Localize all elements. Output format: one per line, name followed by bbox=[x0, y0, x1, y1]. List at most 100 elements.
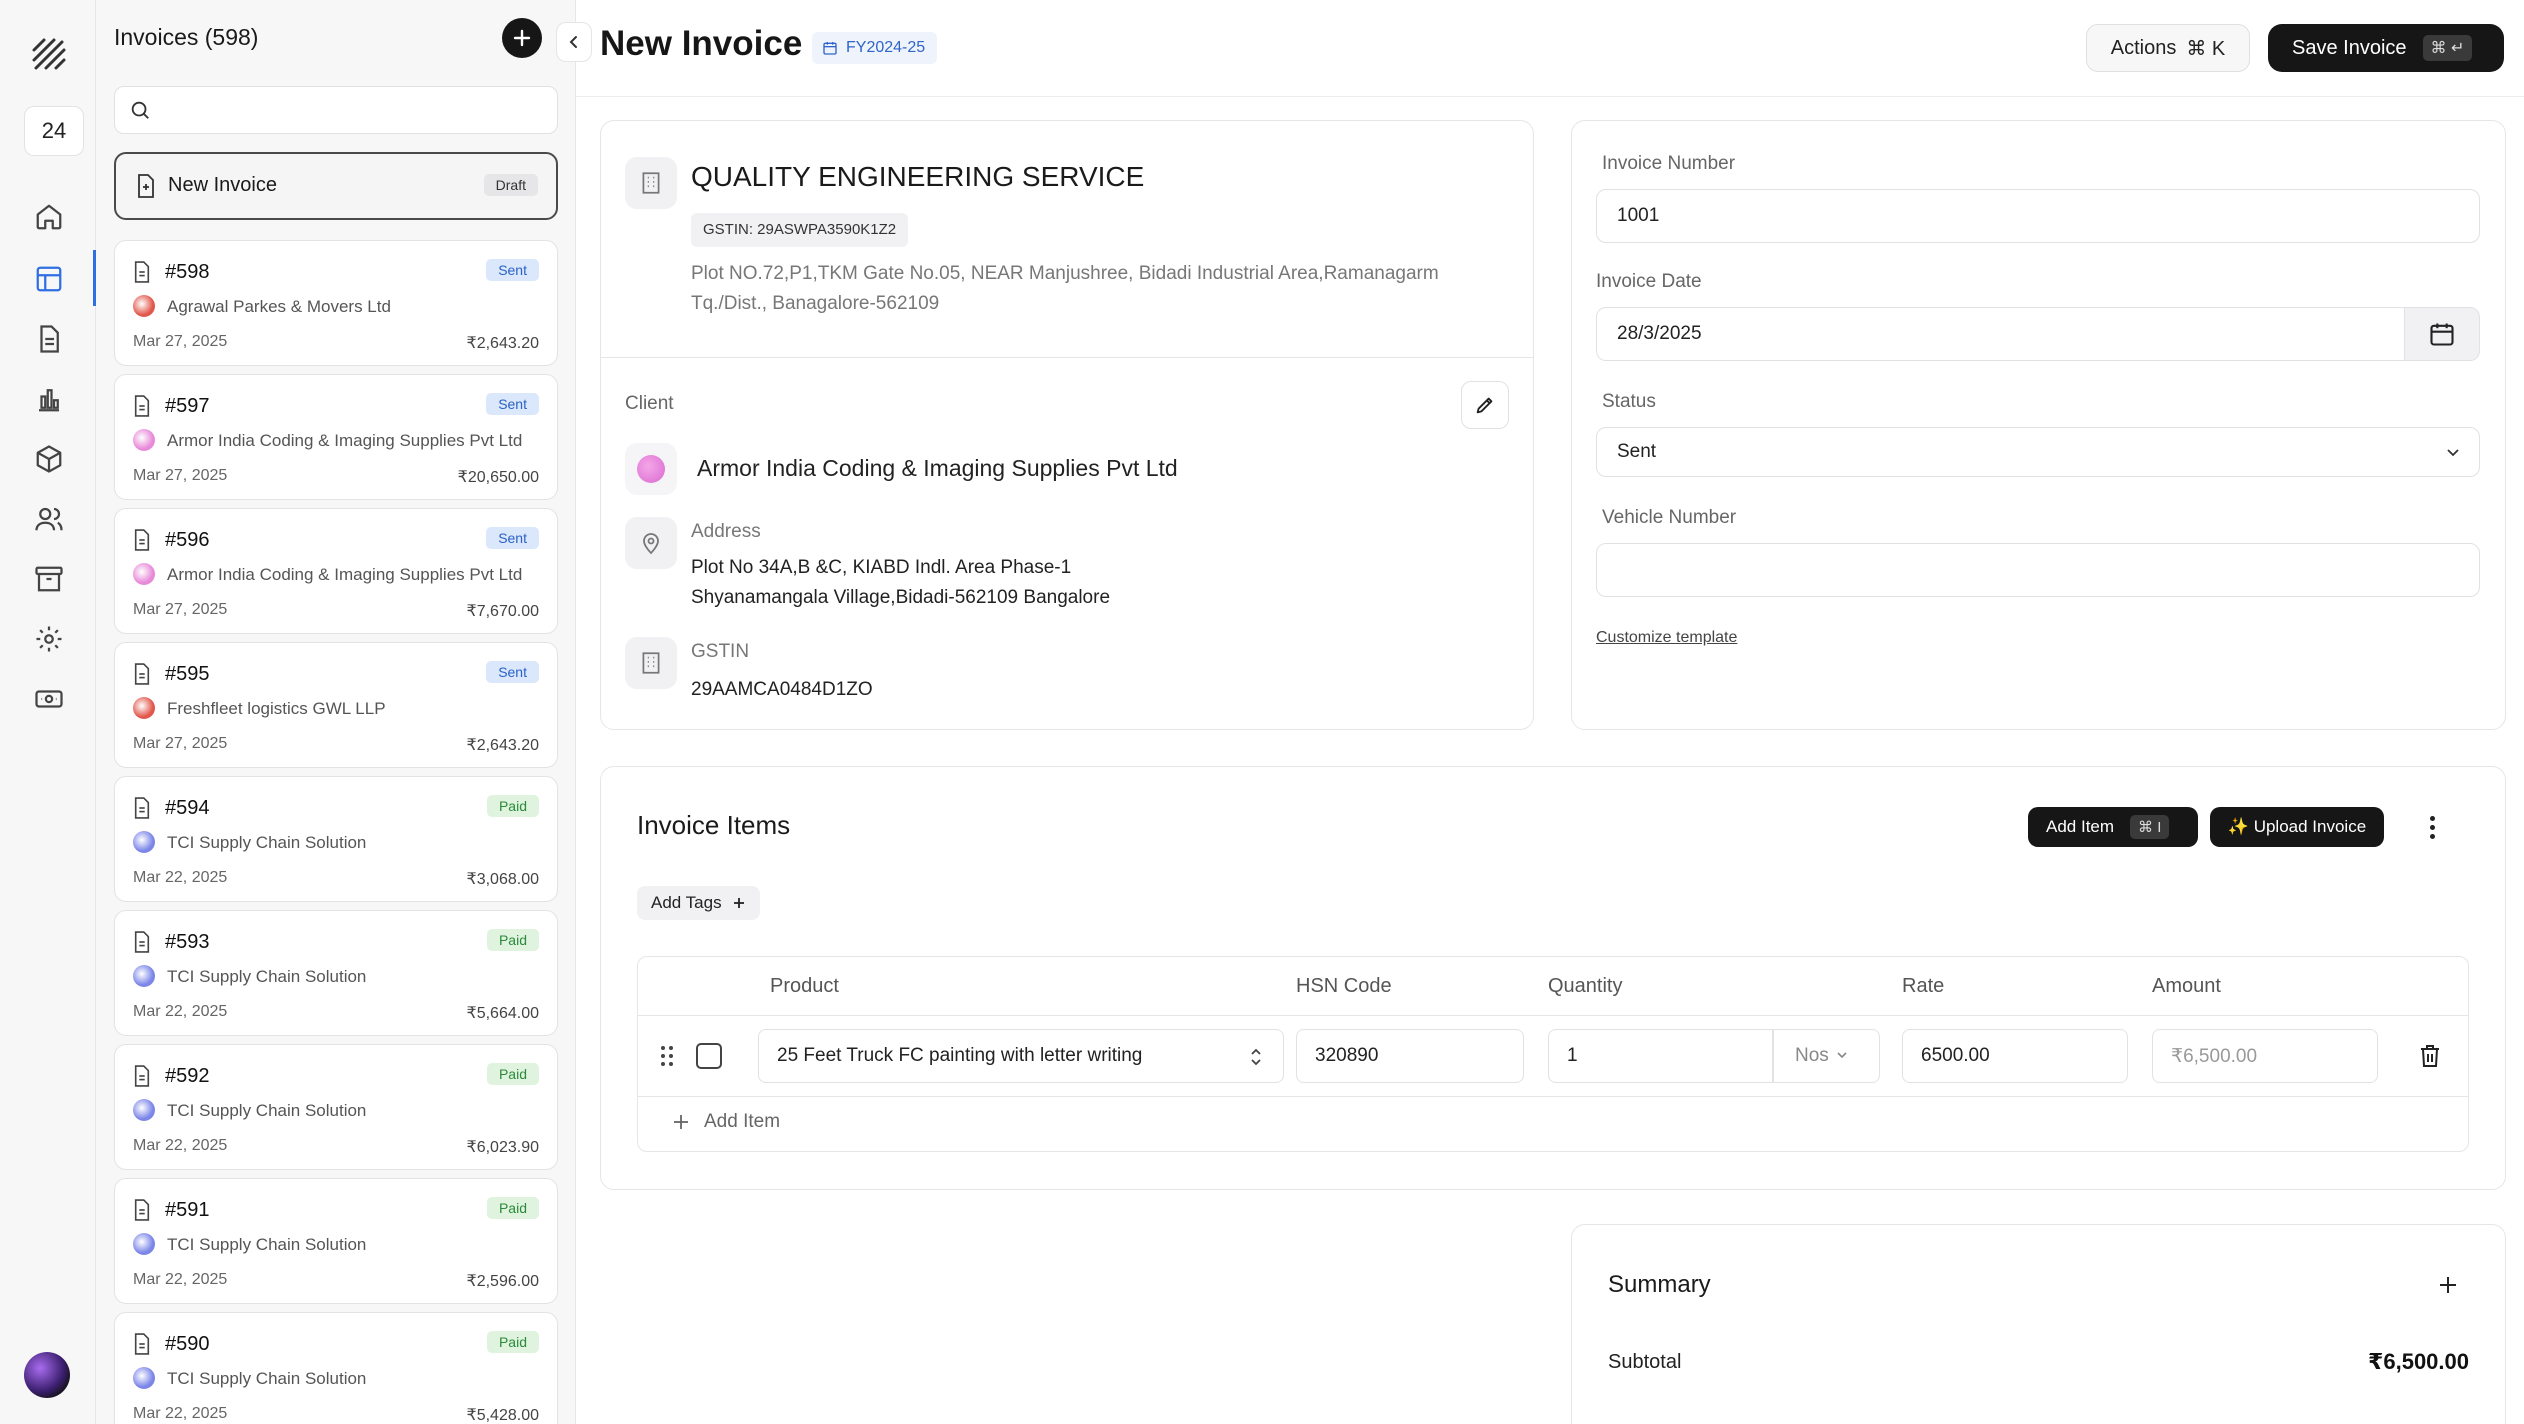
invoice-date-field[interactable]: 28/3/2025 bbox=[1596, 307, 2406, 361]
status-select[interactable]: Sent bbox=[1596, 427, 2480, 477]
chevron-updown-icon bbox=[1251, 1048, 1261, 1066]
client-avatar bbox=[625, 443, 677, 495]
invoice-list-panel: Invoices (598) New Invoice Draft #598 Sen… bbox=[96, 0, 576, 1424]
add-tags-button[interactable]: Add Tags bbox=[637, 886, 760, 920]
date-picker-button[interactable] bbox=[2404, 307, 2480, 361]
save-invoice-button[interactable]: Save Invoice ⌘ ↵ bbox=[2268, 24, 2504, 72]
address-label: Address bbox=[691, 521, 761, 542]
invoice-list-item[interactable]: #597 Sent Armor India Coding & Imaging Sup… bbox=[114, 374, 558, 500]
invoice-list-item[interactable]: #595 Sent Freshfleet logistics GWL LLP Mar … bbox=[114, 642, 558, 768]
home-icon[interactable] bbox=[30, 198, 68, 236]
archive-icon[interactable] bbox=[30, 560, 68, 598]
hsn-code-field[interactable]: 320890 bbox=[1296, 1029, 1524, 1083]
invoice-date: Mar 22, 2025 bbox=[133, 1271, 228, 1288]
amount-field: ₹6,500.00 bbox=[2152, 1029, 2378, 1083]
customize-template-link[interactable]: Customize template bbox=[1596, 629, 1737, 647]
invoice-amount: ₹2,643.20 bbox=[466, 335, 539, 352]
file-icon bbox=[133, 797, 151, 819]
calendar-icon bbox=[2430, 323, 2454, 346]
header-row-divider bbox=[638, 1015, 2468, 1016]
unit-value: Nos bbox=[1795, 1045, 1829, 1066]
invoice-list-title: Invoices (598) bbox=[114, 24, 259, 50]
search-icon bbox=[129, 99, 151, 121]
building-icon bbox=[625, 157, 677, 209]
products-box-icon[interactable] bbox=[30, 440, 68, 478]
invoice-search[interactable] bbox=[114, 86, 558, 134]
fiscal-year-label: FY2024-25 bbox=[846, 39, 926, 56]
rate-field[interactable]: 6500.00 bbox=[1902, 1029, 2128, 1083]
invoice-list-item[interactable]: #592 Paid TCI Supply Chain Solution Mar 22,… bbox=[114, 1044, 558, 1170]
company-name: QUALITY ENGINEERING SERVICE bbox=[691, 161, 1145, 192]
collapse-sidebar-button[interactable] bbox=[556, 22, 592, 62]
file-icon bbox=[133, 529, 151, 551]
building-icon bbox=[625, 637, 677, 689]
day-badge[interactable]: 24 bbox=[24, 106, 84, 156]
upload-invoice-button[interactable]: ✨ Upload Invoice bbox=[2210, 807, 2384, 847]
payments-cash-icon[interactable] bbox=[30, 680, 68, 718]
product-select[interactable]: 25 Feet Truck FC painting with letter wr… bbox=[758, 1029, 1284, 1083]
invoice-date: Mar 22, 2025 bbox=[133, 1137, 228, 1154]
more-options-icon[interactable] bbox=[2420, 812, 2444, 842]
search-input[interactable] bbox=[163, 95, 543, 125]
invoice-date: Mar 27, 2025 bbox=[133, 467, 228, 484]
client-avatar-dot bbox=[133, 295, 155, 317]
client-gstin: 29AAMCA0484D1ZO bbox=[691, 679, 873, 700]
plus-icon bbox=[513, 29, 531, 47]
new-invoice-label: New Invoice bbox=[168, 174, 277, 196]
draft-badge: Draft bbox=[483, 174, 538, 196]
column-header-quantity: Quantity bbox=[1548, 975, 1623, 997]
reports-chart-icon[interactable] bbox=[30, 380, 68, 418]
vehicle-number-field[interactable] bbox=[1596, 543, 2480, 597]
invoice-amount: ₹5,664.00 bbox=[466, 1005, 539, 1022]
invoice-number-field[interactable]: 1001 bbox=[1596, 189, 2480, 243]
document-icon[interactable] bbox=[30, 320, 68, 358]
delete-row-trash-icon[interactable] bbox=[2418, 1043, 2444, 1069]
status-badge: Paid bbox=[486, 1063, 539, 1085]
add-item-label: Add Item bbox=[2046, 817, 2115, 836]
status-badge: Sent bbox=[486, 661, 539, 683]
invoice-list-item[interactable]: #593 Paid TCI Supply Chain Solution Mar 22,… bbox=[114, 910, 558, 1036]
summary-add-plus-icon[interactable] bbox=[2436, 1273, 2462, 1299]
drag-handle-icon[interactable] bbox=[660, 1045, 674, 1067]
invoice-list-item[interactable]: #594 Paid TCI Supply Chain Solution Mar 22,… bbox=[114, 776, 558, 902]
settings-gear-icon[interactable] bbox=[30, 620, 68, 658]
new-invoice-button[interactable] bbox=[502, 18, 542, 58]
invoice-client: TCI Supply Chain Solution bbox=[167, 1235, 367, 1254]
quantity-field[interactable]: 1 bbox=[1548, 1029, 1774, 1083]
add-row-button[interactable]: Add Item bbox=[672, 1111, 780, 1133]
invoice-client: Agrawal Parkes & Movers Ltd bbox=[167, 297, 391, 316]
invoice-date: Mar 27, 2025 bbox=[133, 735, 228, 752]
invoice-date: Mar 27, 2025 bbox=[133, 601, 228, 618]
client-avatar-dot bbox=[133, 697, 155, 719]
user-avatar[interactable] bbox=[24, 1352, 70, 1398]
row-checkbox[interactable] bbox=[696, 1043, 722, 1069]
invoice-number: #590 bbox=[165, 1333, 210, 1355]
actions-button[interactable]: Actions ⌘ K bbox=[2086, 24, 2250, 72]
invoice-date: Mar 22, 2025 bbox=[133, 1405, 228, 1422]
invoice-client: Armor India Coding & Imaging Supplies Pv… bbox=[167, 431, 523, 450]
file-icon bbox=[133, 1065, 151, 1087]
new-invoice-draft-item[interactable]: New Invoice Draft bbox=[114, 152, 558, 220]
app-logo-icon[interactable] bbox=[30, 36, 68, 74]
plus-icon bbox=[733, 898, 744, 908]
invoice-client: Freshfleet logistics GWL LLP bbox=[167, 699, 386, 718]
client-avatar-dot bbox=[133, 1367, 155, 1389]
location-pin-icon bbox=[625, 517, 677, 569]
client-avatar-dot bbox=[133, 1233, 155, 1255]
client-avatar-dot bbox=[133, 563, 155, 585]
invoice-list-item[interactable]: #591 Paid TCI Supply Chain Solution Mar 22,… bbox=[114, 1178, 558, 1304]
chevron-left-icon bbox=[569, 36, 577, 48]
invoice-amount: ₹5,428.00 bbox=[466, 1407, 539, 1424]
invoice-list-item[interactable]: #590 Paid TCI Supply Chain Solution Mar 22,… bbox=[114, 1312, 558, 1424]
client-avatar-dot bbox=[133, 965, 155, 987]
unit-select[interactable]: Nos bbox=[1772, 1029, 1880, 1083]
invoice-list-item[interactable]: #596 Sent Armor India Coding & Imaging Sup… bbox=[114, 508, 558, 634]
add-item-button[interactable]: Add Item ⌘ I bbox=[2028, 807, 2198, 847]
invoice-list-item[interactable]: #598 Sent Agrawal Parkes & Movers Ltd Mar 2… bbox=[114, 240, 558, 366]
clients-users-icon[interactable] bbox=[30, 500, 68, 538]
edit-client-button[interactable] bbox=[1461, 381, 1509, 429]
fiscal-year-badge[interactable]: FY2024-25 bbox=[812, 32, 938, 64]
column-header-product: Product bbox=[770, 975, 839, 997]
column-header-amount: Amount bbox=[2152, 975, 2221, 997]
invoices-table-icon[interactable] bbox=[30, 260, 68, 298]
